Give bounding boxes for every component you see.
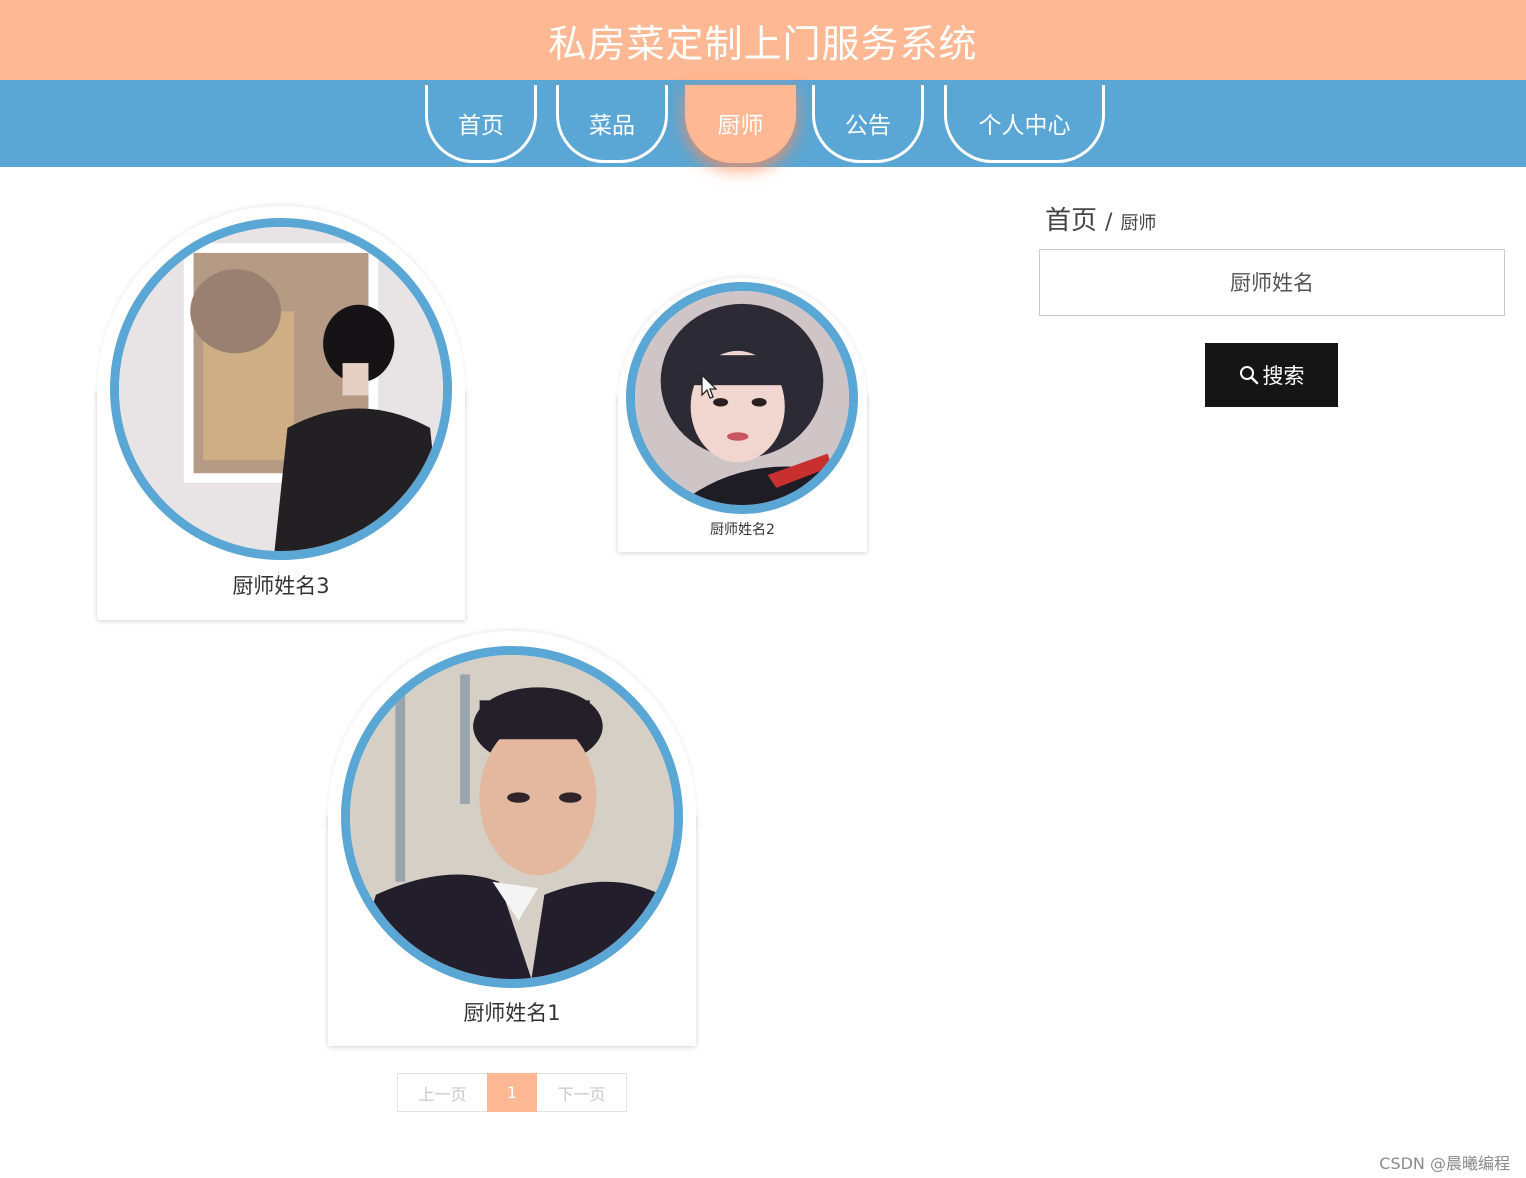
nav-item-chefs[interactable]: 厨师 [685, 85, 796, 163]
nav-item-label: 厨师 [717, 112, 764, 139]
breadcrumb: 首页 / 厨师 [1045, 200, 1156, 237]
nav-item-profile[interactable]: 个人中心 [944, 85, 1105, 163]
chef-card[interactable]: 厨师姓名1 [328, 631, 696, 1046]
chef-name: 厨师姓名1 [463, 1001, 561, 1025]
breadcrumb-home[interactable]: 首页 [1045, 200, 1097, 237]
next-page-button[interactable]: 下一页 [537, 1073, 627, 1112]
title-bar: 私房菜定制上门服务系统 [0, 0, 1526, 80]
chef-photo-1-image [350, 655, 674, 979]
nav-item-home[interactable]: 首页 [425, 85, 537, 163]
chef-photo [110, 218, 452, 560]
nav-item-dishes[interactable]: 菜品 [556, 85, 668, 163]
nav-item-label: 首页 [458, 112, 504, 139]
chef-photo-2-image [635, 291, 849, 505]
prev-page-button[interactable]: 上一页 [397, 1073, 487, 1112]
chef-card[interactable]: 厨师姓名2 [618, 278, 867, 552]
nav-item-label: 公告 [845, 112, 891, 139]
site-title: 私房菜定制上门服务系统 [548, 21, 978, 66]
nav-item-announcements[interactable]: 公告 [812, 85, 924, 163]
nav-item-label: 个人中心 [978, 112, 1071, 139]
breadcrumb-separator: / [1105, 210, 1113, 235]
breadcrumb-current: 厨师 [1120, 213, 1157, 234]
chef-card[interactable]: 厨师姓名3 [97, 206, 465, 620]
pagination: 上一页 1 下一页 [397, 1073, 627, 1112]
chef-name: 厨师姓名3 [232, 574, 330, 598]
search-button[interactable]: 搜索 [1205, 343, 1338, 407]
search-icon [1239, 366, 1258, 385]
mouse-cursor-icon [701, 374, 717, 399]
page-number-button[interactable]: 1 [487, 1073, 537, 1112]
chef-photo-3-image [119, 227, 443, 551]
chef-photo [341, 646, 683, 988]
chef-photo [626, 282, 858, 514]
main-nav: 首页 菜品 厨师 公告 个人中心 [0, 80, 1526, 167]
chef-name: 厨师姓名2 [710, 522, 775, 538]
search-button-label: 搜索 [1262, 364, 1305, 388]
nav-item-label: 菜品 [589, 112, 635, 139]
chef-name-search-input[interactable] [1039, 249, 1505, 316]
watermark: CSDN @晨曦编程 [1379, 1154, 1510, 1173]
